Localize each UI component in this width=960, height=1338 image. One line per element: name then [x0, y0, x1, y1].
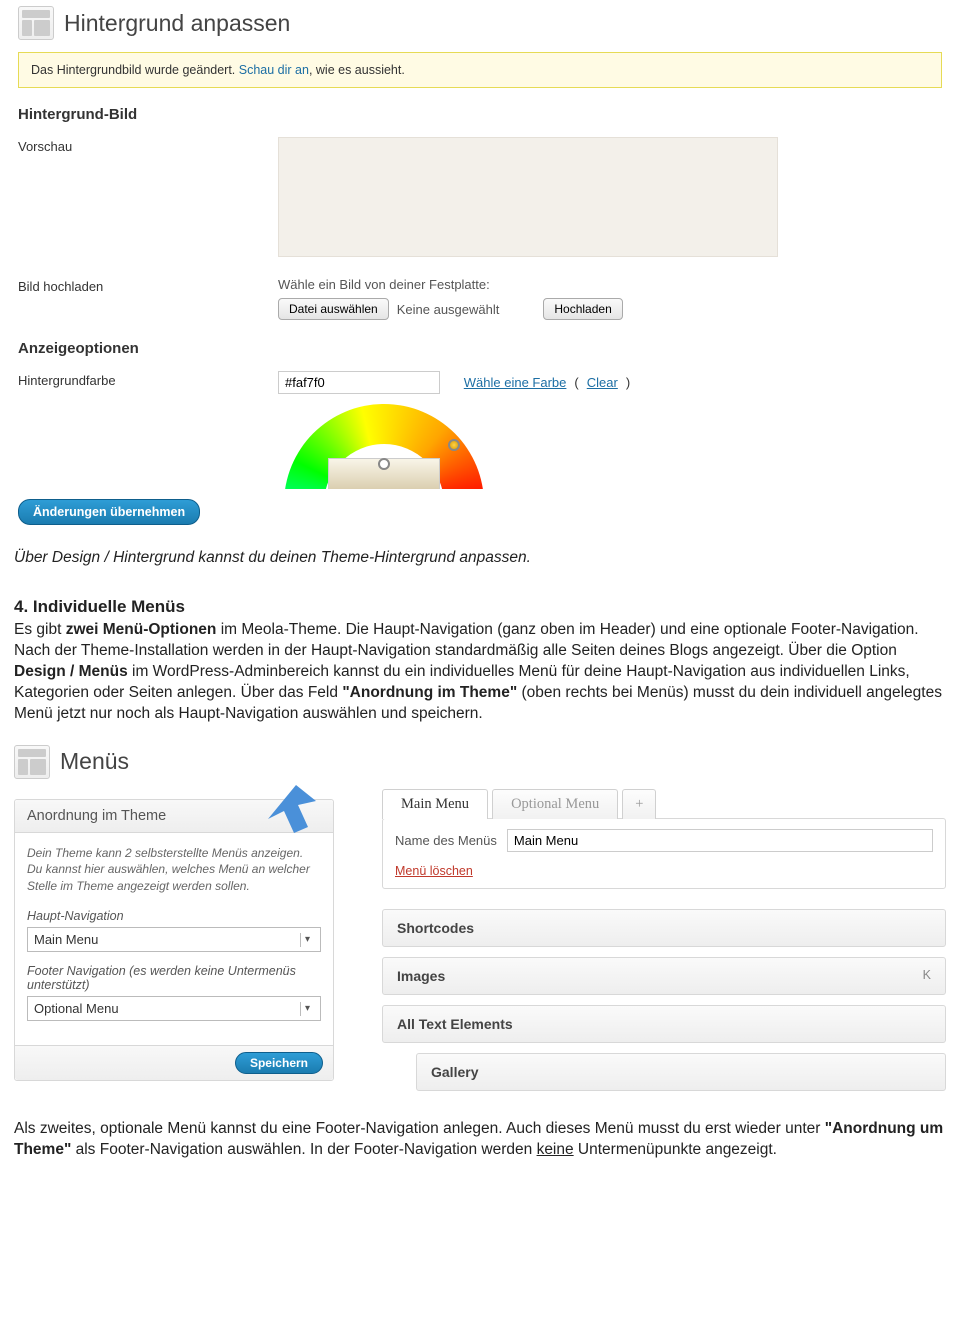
arrow-icon	[258, 785, 318, 837]
menu-form: Name des Menüs Menü löschen	[382, 818, 946, 889]
upload-button[interactable]: Hochladen	[543, 298, 622, 320]
row-preview: Vorschau	[18, 137, 942, 257]
notice-text-suffix: , wie es aussieht.	[309, 63, 405, 77]
chevron-down-icon: ▾	[300, 1002, 314, 1016]
pick-color-link[interactable]: Wähle eine Farbe	[464, 375, 567, 390]
label-upload: Bild hochladen	[18, 277, 278, 320]
section-4-heading: 4. Individuelle Menüs	[14, 597, 946, 617]
tab-add-menu[interactable]: +	[622, 789, 656, 819]
appearance-icon	[14, 745, 50, 779]
page-header: Hintergrund anpassen	[0, 0, 960, 48]
menu-item[interactable]: Shortcodes	[382, 909, 946, 947]
menu-name-input[interactable]	[507, 829, 933, 852]
menu-item-child[interactable]: Gallery	[416, 1053, 946, 1091]
menus-page-header: Menüs	[14, 745, 334, 779]
theme-locations-panel: Anordnung im Theme Dein Theme kann 2 sel…	[14, 799, 334, 1081]
notice-link[interactable]: Schau dir an	[239, 63, 309, 77]
menu-items-list: Shortcodes Images K All Text Elements Ga…	[382, 909, 946, 1091]
preview-box	[278, 137, 778, 257]
label-haupt-nav: Haupt-Navigation	[27, 909, 321, 923]
label-vorschau: Vorschau	[18, 137, 278, 257]
color-hex-input[interactable]	[278, 371, 440, 394]
appearance-icon	[18, 6, 54, 40]
label-footer-nav: Footer Navigation (es werden keine Unter…	[27, 964, 321, 992]
notice-banner: Das Hintergrundbild wurde geändert. Scha…	[18, 52, 942, 88]
notice-text-prefix: Das Hintergrundbild wurde geändert.	[31, 63, 239, 77]
page-title: Hintergrund anpassen	[64, 10, 290, 37]
select-footer-nav[interactable]: Optional Menu ▾	[27, 996, 321, 1021]
section-heading-anzeige: Anzeigeoptionen	[18, 340, 942, 357]
choose-file-button[interactable]: Datei auswählen	[278, 298, 389, 320]
figure-caption: Über Design / Hintergrund kannst du dein…	[14, 549, 946, 567]
menus-screenshot: Menüs Anordnung im Theme Dein Theme kann…	[14, 745, 946, 1101]
color-handle-wheel[interactable]	[448, 439, 460, 451]
menu-tabs: Main Menu Optional Menu +	[382, 789, 946, 819]
section-heading-bild: Hintergrund-Bild	[18, 106, 942, 123]
section-4: 4. Individuelle Menüs Es gibt zwei Menü-…	[14, 597, 946, 725]
select-haupt-nav[interactable]: Main Menu ▾	[27, 927, 321, 952]
file-status: Keine ausgewählt	[397, 302, 500, 317]
row-color: Hintergrundfarbe Wähle eine Farbe (Clear…	[18, 371, 942, 489]
menu-name-label: Name des Menüs	[395, 833, 497, 848]
section-4-paragraph: Es gibt zwei Menü-Optionen im Meola-Them…	[14, 620, 946, 725]
tab-main-menu[interactable]: Main Menu	[382, 789, 488, 819]
delete-menu-link[interactable]: Menü löschen	[395, 864, 473, 878]
color-handle-square[interactable]	[378, 458, 390, 470]
chevron-down-icon: ▾	[300, 933, 314, 947]
clear-color-link[interactable]: Clear	[587, 375, 618, 390]
row-upload: Bild hochladen Wähle ein Bild von deiner…	[18, 277, 942, 320]
tab-optional-menu[interactable]: Optional Menu	[492, 789, 618, 819]
panel-description: Dein Theme kann 2 selbsterstellte Menüs …	[27, 845, 321, 895]
menu-item[interactable]: All Text Elements	[382, 1005, 946, 1043]
label-color: Hintergrundfarbe	[18, 371, 278, 489]
menus-title: Menüs	[60, 748, 129, 775]
menu-item[interactable]: Images K	[382, 957, 946, 995]
save-locations-button[interactable]: Speichern	[235, 1052, 323, 1074]
upload-prompt: Wähle ein Bild von deiner Festplatte:	[278, 277, 942, 292]
final-paragraph: Als zweites, optionale Menü kannst du ei…	[14, 1119, 946, 1161]
color-picker-widget[interactable]	[278, 404, 488, 489]
save-changes-button[interactable]: Änderungen übernehmen	[18, 499, 200, 525]
